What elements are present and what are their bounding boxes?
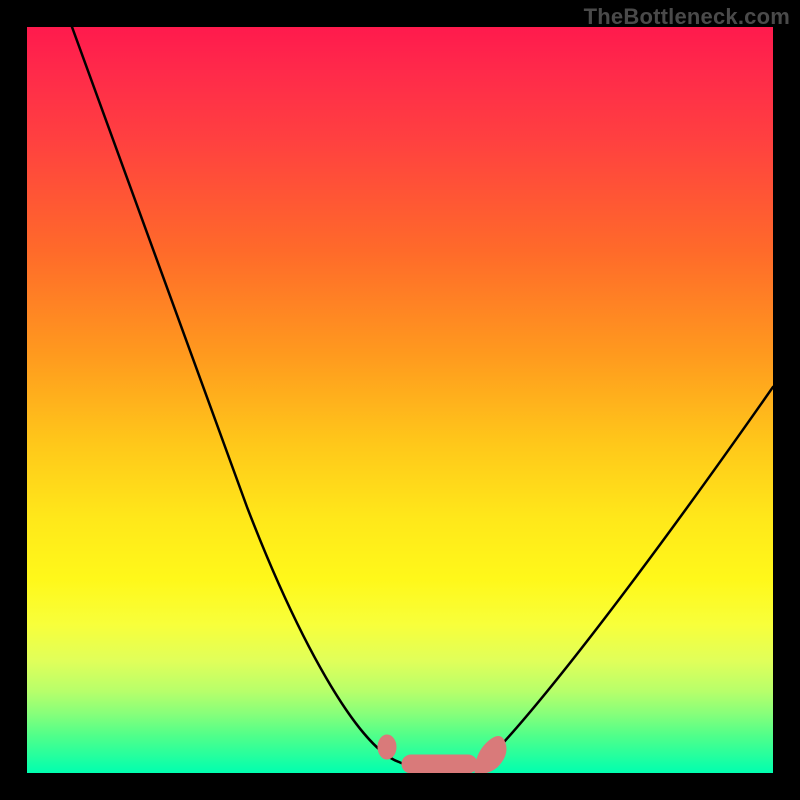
curve-path bbox=[72, 27, 773, 767]
plot-area bbox=[27, 27, 773, 773]
bottleneck-curve bbox=[27, 27, 773, 773]
marker-band bbox=[378, 735, 506, 773]
watermark-text: TheBottleneck.com bbox=[584, 4, 790, 30]
chart-frame: TheBottleneck.com bbox=[0, 0, 800, 800]
